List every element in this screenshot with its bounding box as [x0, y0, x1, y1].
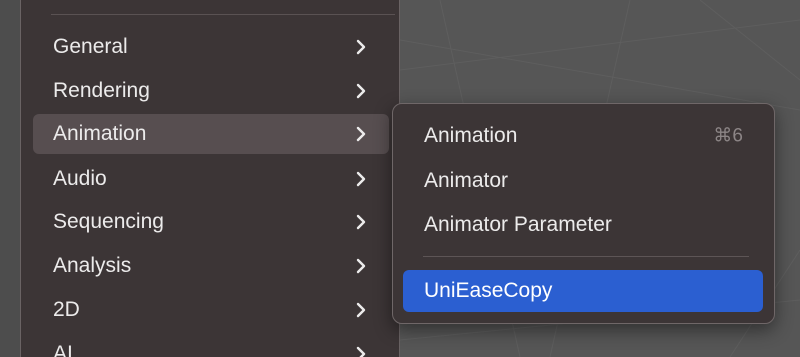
submenu-item-label: Animation: [424, 124, 518, 147]
chevron-right-icon: [356, 39, 366, 55]
menu-item-analysis[interactable]: Analysis: [33, 246, 389, 286]
submenu-item-animation[interactable]: Animation ⌘6: [403, 115, 763, 157]
editor-left-edge: [0, 0, 20, 357]
menu-item-rendering[interactable]: Rendering: [33, 71, 389, 111]
menu-item-audio[interactable]: Audio: [33, 159, 389, 199]
chevron-right-icon: [356, 214, 366, 230]
submenu-item-animator-parameter[interactable]: Animator Parameter: [403, 204, 763, 246]
menu-item-label: Sequencing: [53, 210, 164, 233]
menu-item-animation[interactable]: Animation: [33, 114, 389, 154]
menu-item-general[interactable]: General: [33, 27, 389, 67]
menu-item-label: 2D: [53, 298, 80, 321]
editor-window: General Rendering Animation Audio Sequen…: [0, 0, 800, 357]
menu-item-label: AI: [53, 342, 73, 357]
animation-submenu: Animation ⌘6 Animator Animator Parameter…: [392, 103, 775, 324]
menu-item-2d[interactable]: 2D: [33, 290, 389, 330]
menu-item-ai[interactable]: AI: [33, 334, 389, 357]
menu-item-sequencing[interactable]: Sequencing: [33, 202, 389, 242]
menu-item-label: Audio: [53, 167, 107, 190]
menu-item-label: General: [53, 35, 128, 58]
submenu-item-label: Animator: [424, 169, 509, 192]
keyboard-shortcut: ⌘6: [713, 125, 743, 147]
chevron-right-icon: [356, 258, 366, 274]
menu-separator: [423, 256, 749, 257]
submenu-item-uniease-copy[interactable]: UniEaseCopy: [403, 270, 763, 312]
menu-separator: [51, 14, 395, 15]
chevron-right-icon: [356, 171, 366, 187]
submenu-item-label: Animator Parameter: [424, 213, 612, 236]
chevron-right-icon: [356, 302, 366, 318]
menu-item-label: Analysis: [53, 254, 132, 277]
chevron-right-icon: [356, 346, 366, 357]
chevron-right-icon: [356, 126, 366, 142]
chevron-right-icon: [356, 83, 366, 99]
submenu-item-label: UniEaseCopy: [424, 279, 553, 302]
menu-item-label: Animation: [53, 122, 147, 145]
submenu-item-animator[interactable]: Animator: [403, 160, 763, 202]
menu-item-label: Rendering: [53, 79, 150, 102]
main-context-menu: General Rendering Animation Audio Sequen…: [20, 0, 400, 357]
